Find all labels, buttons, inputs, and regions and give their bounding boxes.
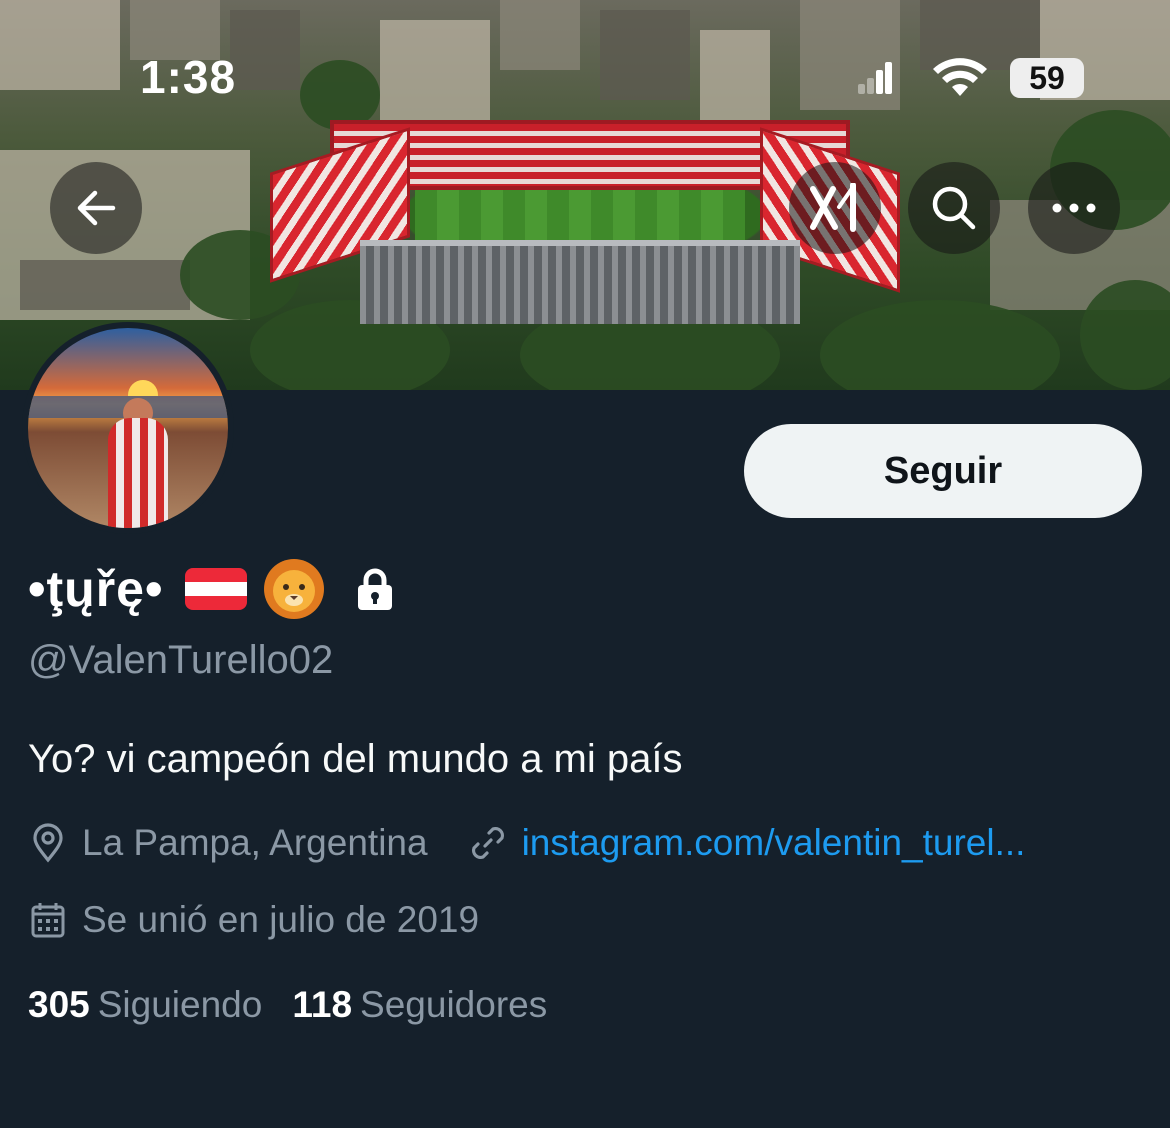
wifi-icon xyxy=(933,58,987,96)
grok-icon xyxy=(810,183,856,232)
followers-stat[interactable]: 118 Seguidores xyxy=(292,984,547,1026)
following-label: Siguiendo xyxy=(97,984,263,1025)
cellular-signal-icon xyxy=(858,60,894,94)
location-text: La Pampa, Argentina xyxy=(82,822,428,863)
austria-flag-emoji xyxy=(185,568,248,610)
arrow-left-icon xyxy=(77,190,116,226)
back-button[interactable] xyxy=(50,162,142,254)
joined-date-text: Se unió en julio de 2019 xyxy=(82,899,480,940)
profile-meta-row: La Pampa, Argentina instagram.com/valent… xyxy=(28,822,1025,864)
grok-button[interactable] xyxy=(789,162,881,254)
name-row: •ţųřę• xyxy=(28,554,395,624)
joined-row: Se unió en julio de 2019 xyxy=(28,899,479,941)
follow-stats: 305 Siguiendo 118 Seguidores xyxy=(28,984,547,1026)
protected-lock-icon xyxy=(358,568,393,610)
website-link[interactable]: instagram.com/valentin_turel... xyxy=(522,822,1026,864)
profile-bio: Yo? vi campeón del mundo a mi país xyxy=(28,737,683,781)
followers-label: Seguidores xyxy=(360,984,548,1025)
more-horizontal-icon xyxy=(1052,203,1096,213)
follow-button[interactable]: Seguir xyxy=(744,424,1142,518)
search-icon xyxy=(932,186,976,230)
battery-indicator: 59 xyxy=(1010,58,1084,98)
more-options-button[interactable] xyxy=(1028,162,1120,254)
display-name: •ţųřę• xyxy=(28,561,164,617)
followers-count: 118 xyxy=(292,984,353,1025)
status-bar-time: 1:38 xyxy=(140,51,237,103)
following-count: 305 xyxy=(28,984,90,1025)
calendar-icon xyxy=(31,903,65,938)
username-handle: @ValenTurello02 xyxy=(28,638,334,682)
avatar[interactable] xyxy=(22,322,234,534)
lion-emoji xyxy=(264,559,325,619)
location-pin-icon xyxy=(33,823,63,863)
search-button[interactable] xyxy=(908,162,1000,254)
link-icon xyxy=(471,826,504,860)
following-stat[interactable]: 305 Siguiendo xyxy=(28,984,262,1026)
